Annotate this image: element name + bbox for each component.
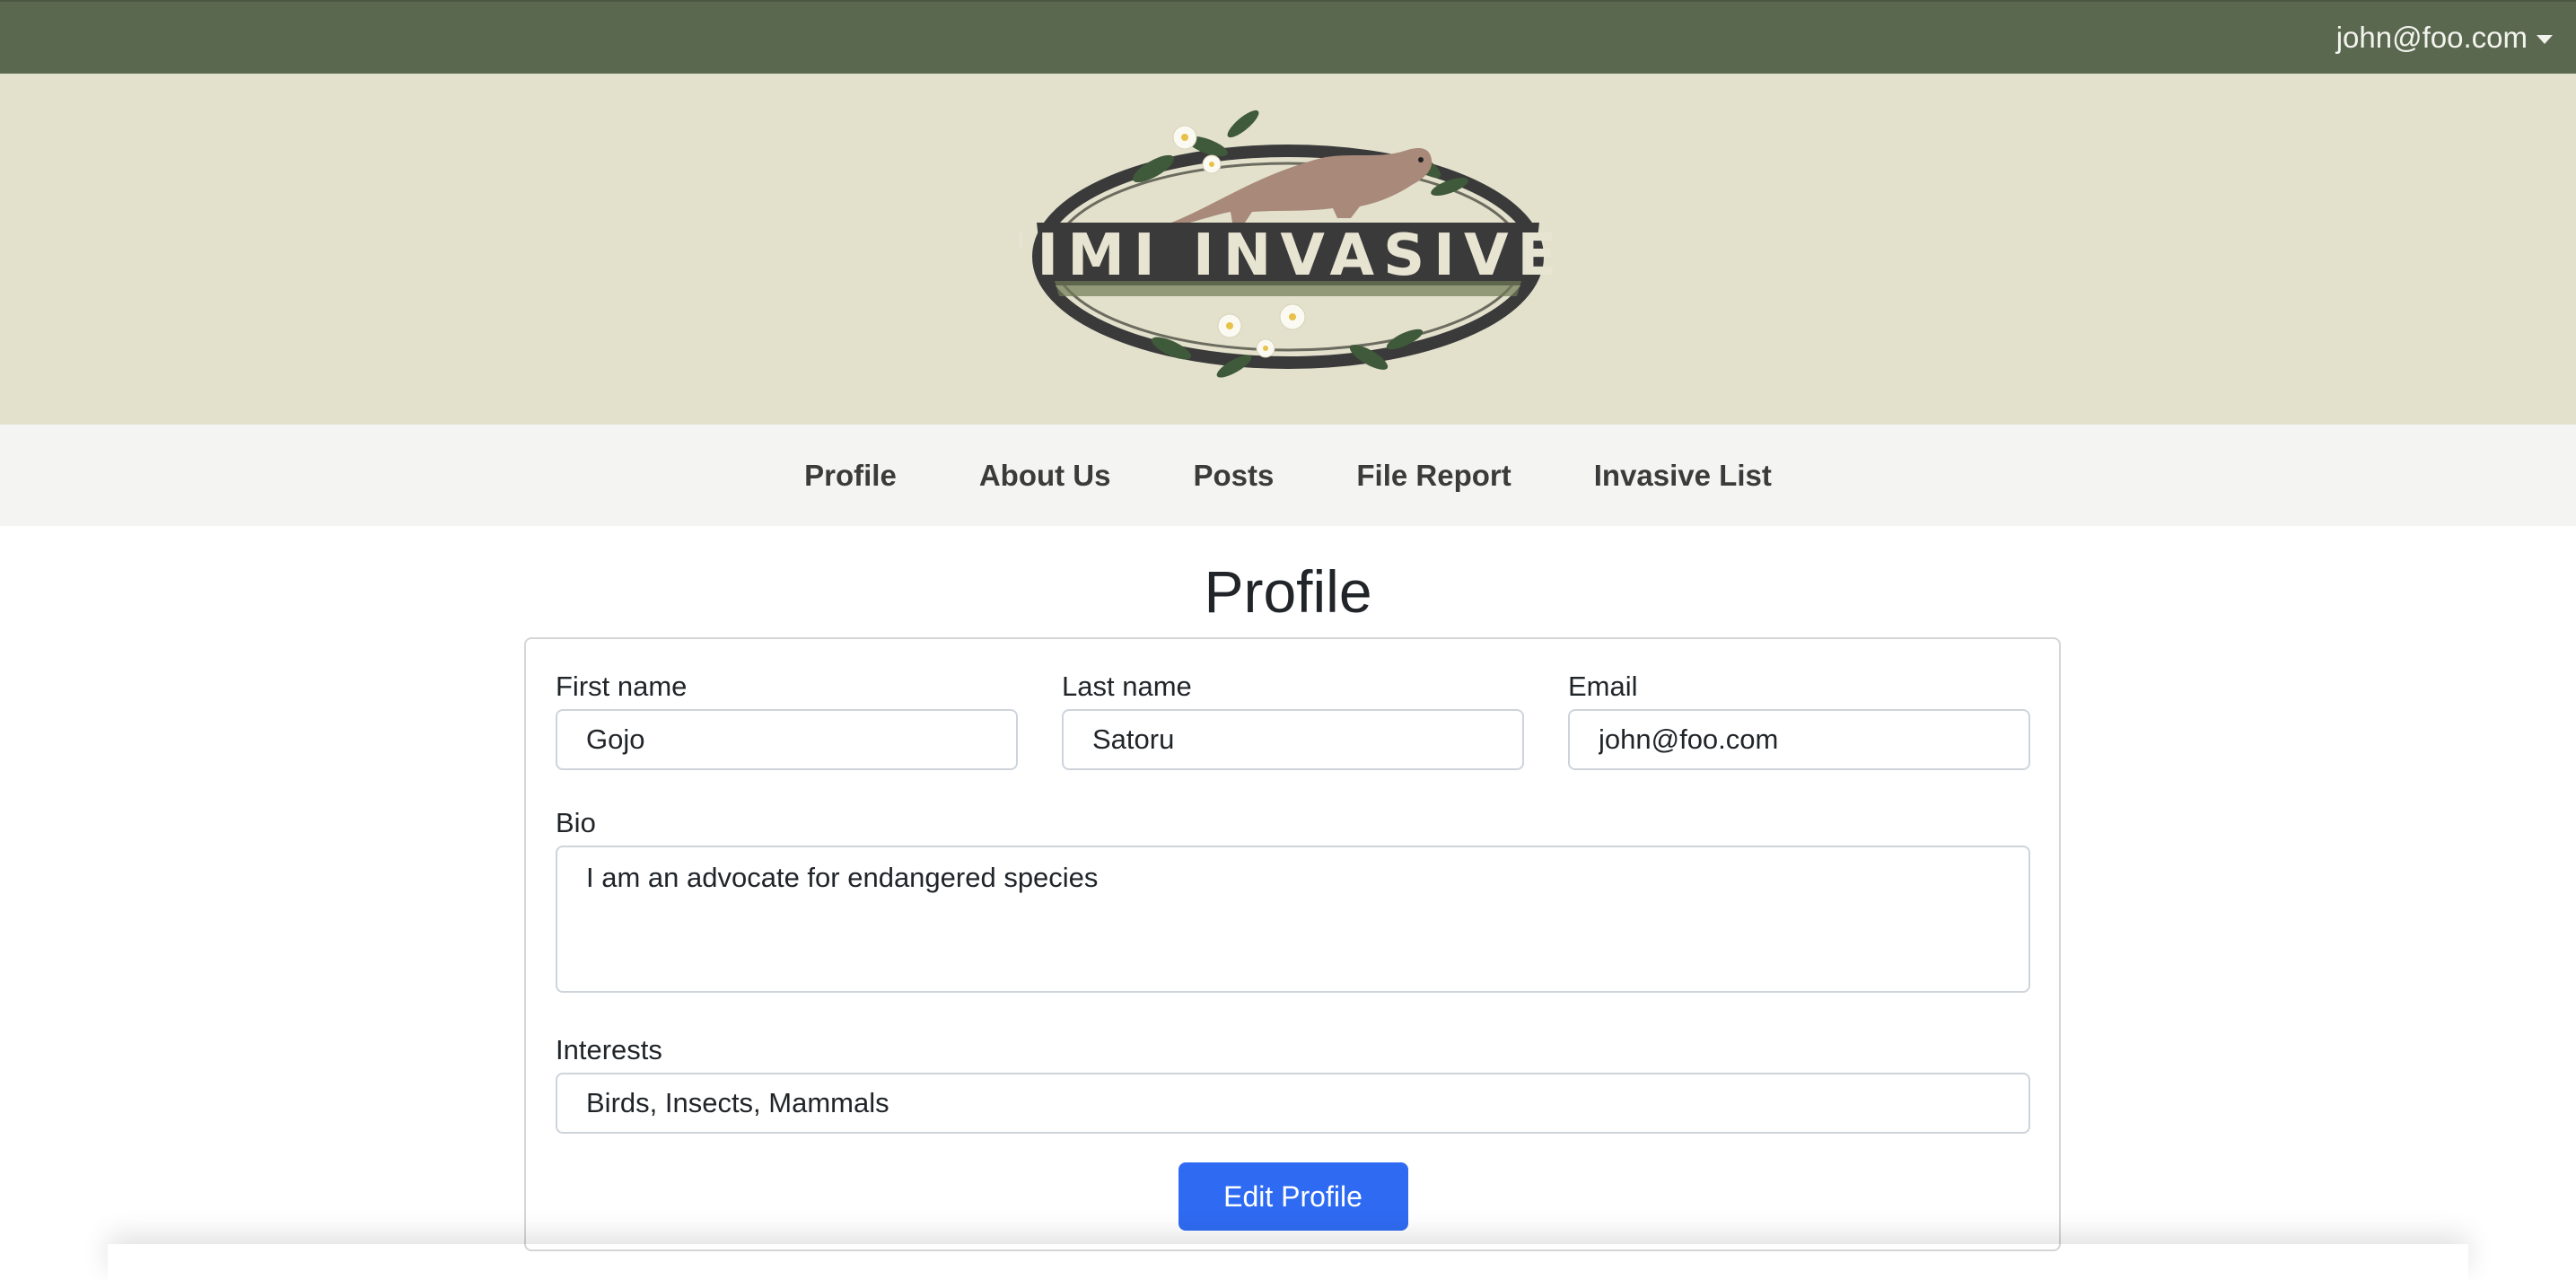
- last-name-group: Last name: [1062, 670, 1524, 770]
- name-email-row: First name Last name Email: [556, 670, 2030, 770]
- edit-profile-button[interactable]: Edit Profile: [1178, 1162, 1408, 1231]
- nav-item-profile[interactable]: Profile: [804, 459, 897, 493]
- nav-item-posts[interactable]: Posts: [1194, 459, 1275, 493]
- top-bar: john@foo.com: [0, 0, 2576, 74]
- nav-item-invasive-list[interactable]: Invasive List: [1594, 459, 1772, 493]
- email-input[interactable]: [1568, 709, 2030, 770]
- bio-group: Bio I am an advocate for endangered spec…: [556, 806, 2030, 997]
- main-nav: Profile About Us Posts File Report Invas…: [0, 425, 2576, 526]
- profile-form: First name Last name Email Bio I am an a…: [524, 637, 2061, 1251]
- interests-group: Interests: [556, 1033, 2030, 1134]
- interests-input[interactable]: [556, 1073, 2030, 1134]
- first-name-label: First name: [556, 671, 688, 702]
- imi-invasive-logo: 'IMI INVASIVE: [1019, 110, 1557, 378]
- last-name-input[interactable]: [1062, 709, 1524, 770]
- banner: 'IMI INVASIVE: [0, 74, 2576, 425]
- nav-item-about-us[interactable]: About Us: [979, 459, 1111, 493]
- svg-text:'IMI INVASIVE: 'IMI INVASIVE: [1019, 223, 1557, 289]
- bio-textarea[interactable]: I am an advocate for endangered species: [556, 846, 2030, 993]
- page-title: Profile: [1204, 558, 1372, 625]
- button-row: Edit Profile: [556, 1162, 2030, 1231]
- email-group: Email: [1568, 670, 2030, 770]
- caret-down-icon: [2537, 35, 2553, 44]
- user-menu-dropdown[interactable]: john@foo.com: [2336, 21, 2553, 55]
- interests-label: Interests: [556, 1034, 662, 1065]
- email-label: Email: [1568, 671, 1638, 702]
- bottom-shadow: [108, 1244, 2468, 1280]
- last-name-label: Last name: [1062, 671, 1192, 702]
- bio-label: Bio: [556, 807, 596, 838]
- nav-item-file-report[interactable]: File Report: [1356, 459, 1511, 493]
- first-name-input[interactable]: [556, 709, 1018, 770]
- user-email: john@foo.com: [2335, 21, 2528, 54]
- first-name-group: First name: [556, 670, 1018, 770]
